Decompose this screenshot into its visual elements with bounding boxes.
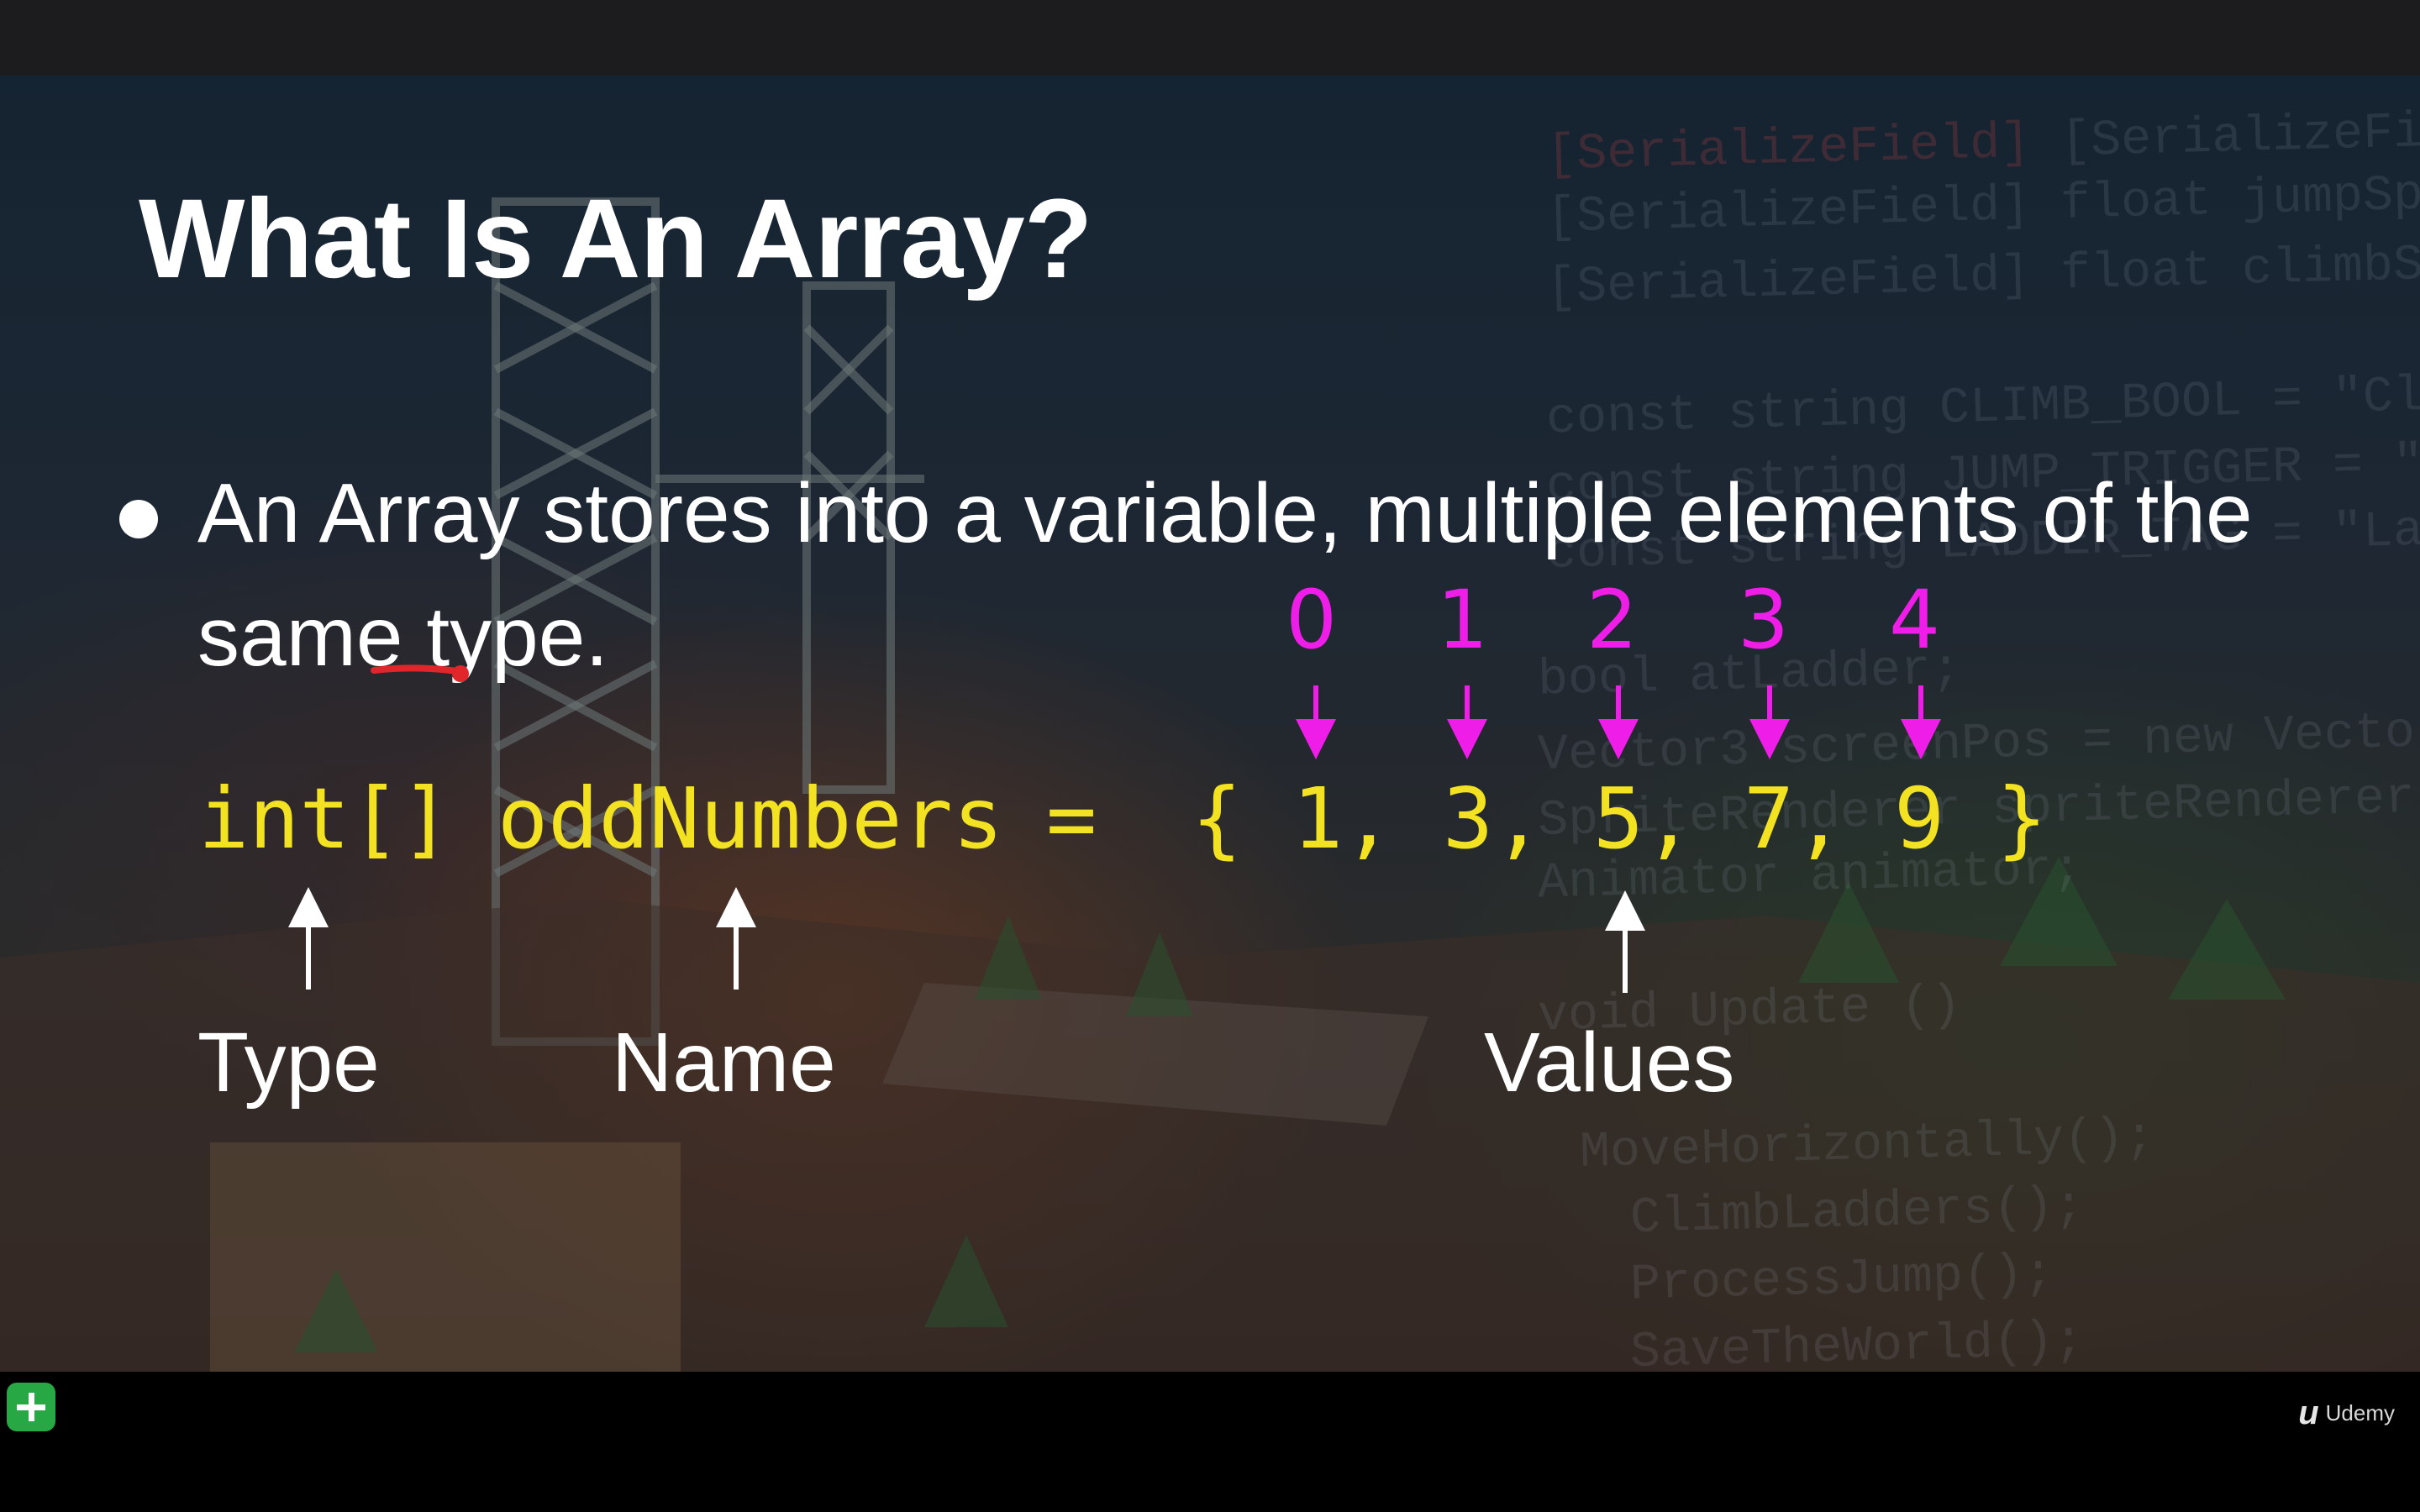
green-plus-icon[interactable]	[7, 1383, 55, 1431]
top-bar	[0, 0, 2420, 76]
slide: [SerializeField] [SerializeField] float …	[0, 76, 2420, 1372]
label-name: Name	[612, 1016, 836, 1110]
bottom-bar	[0, 1372, 2420, 1512]
udemy-mark-icon: u	[2298, 1394, 2319, 1431]
label-type: Type	[197, 1016, 380, 1110]
udemy-logo: u Udemy	[2298, 1394, 2395, 1432]
brand-text: Udemy	[2325, 1400, 2395, 1425]
arrows-overlay	[288, 664, 1941, 993]
laser-pointer-mark	[371, 664, 466, 675]
label-values: Values	[1484, 1016, 1735, 1110]
